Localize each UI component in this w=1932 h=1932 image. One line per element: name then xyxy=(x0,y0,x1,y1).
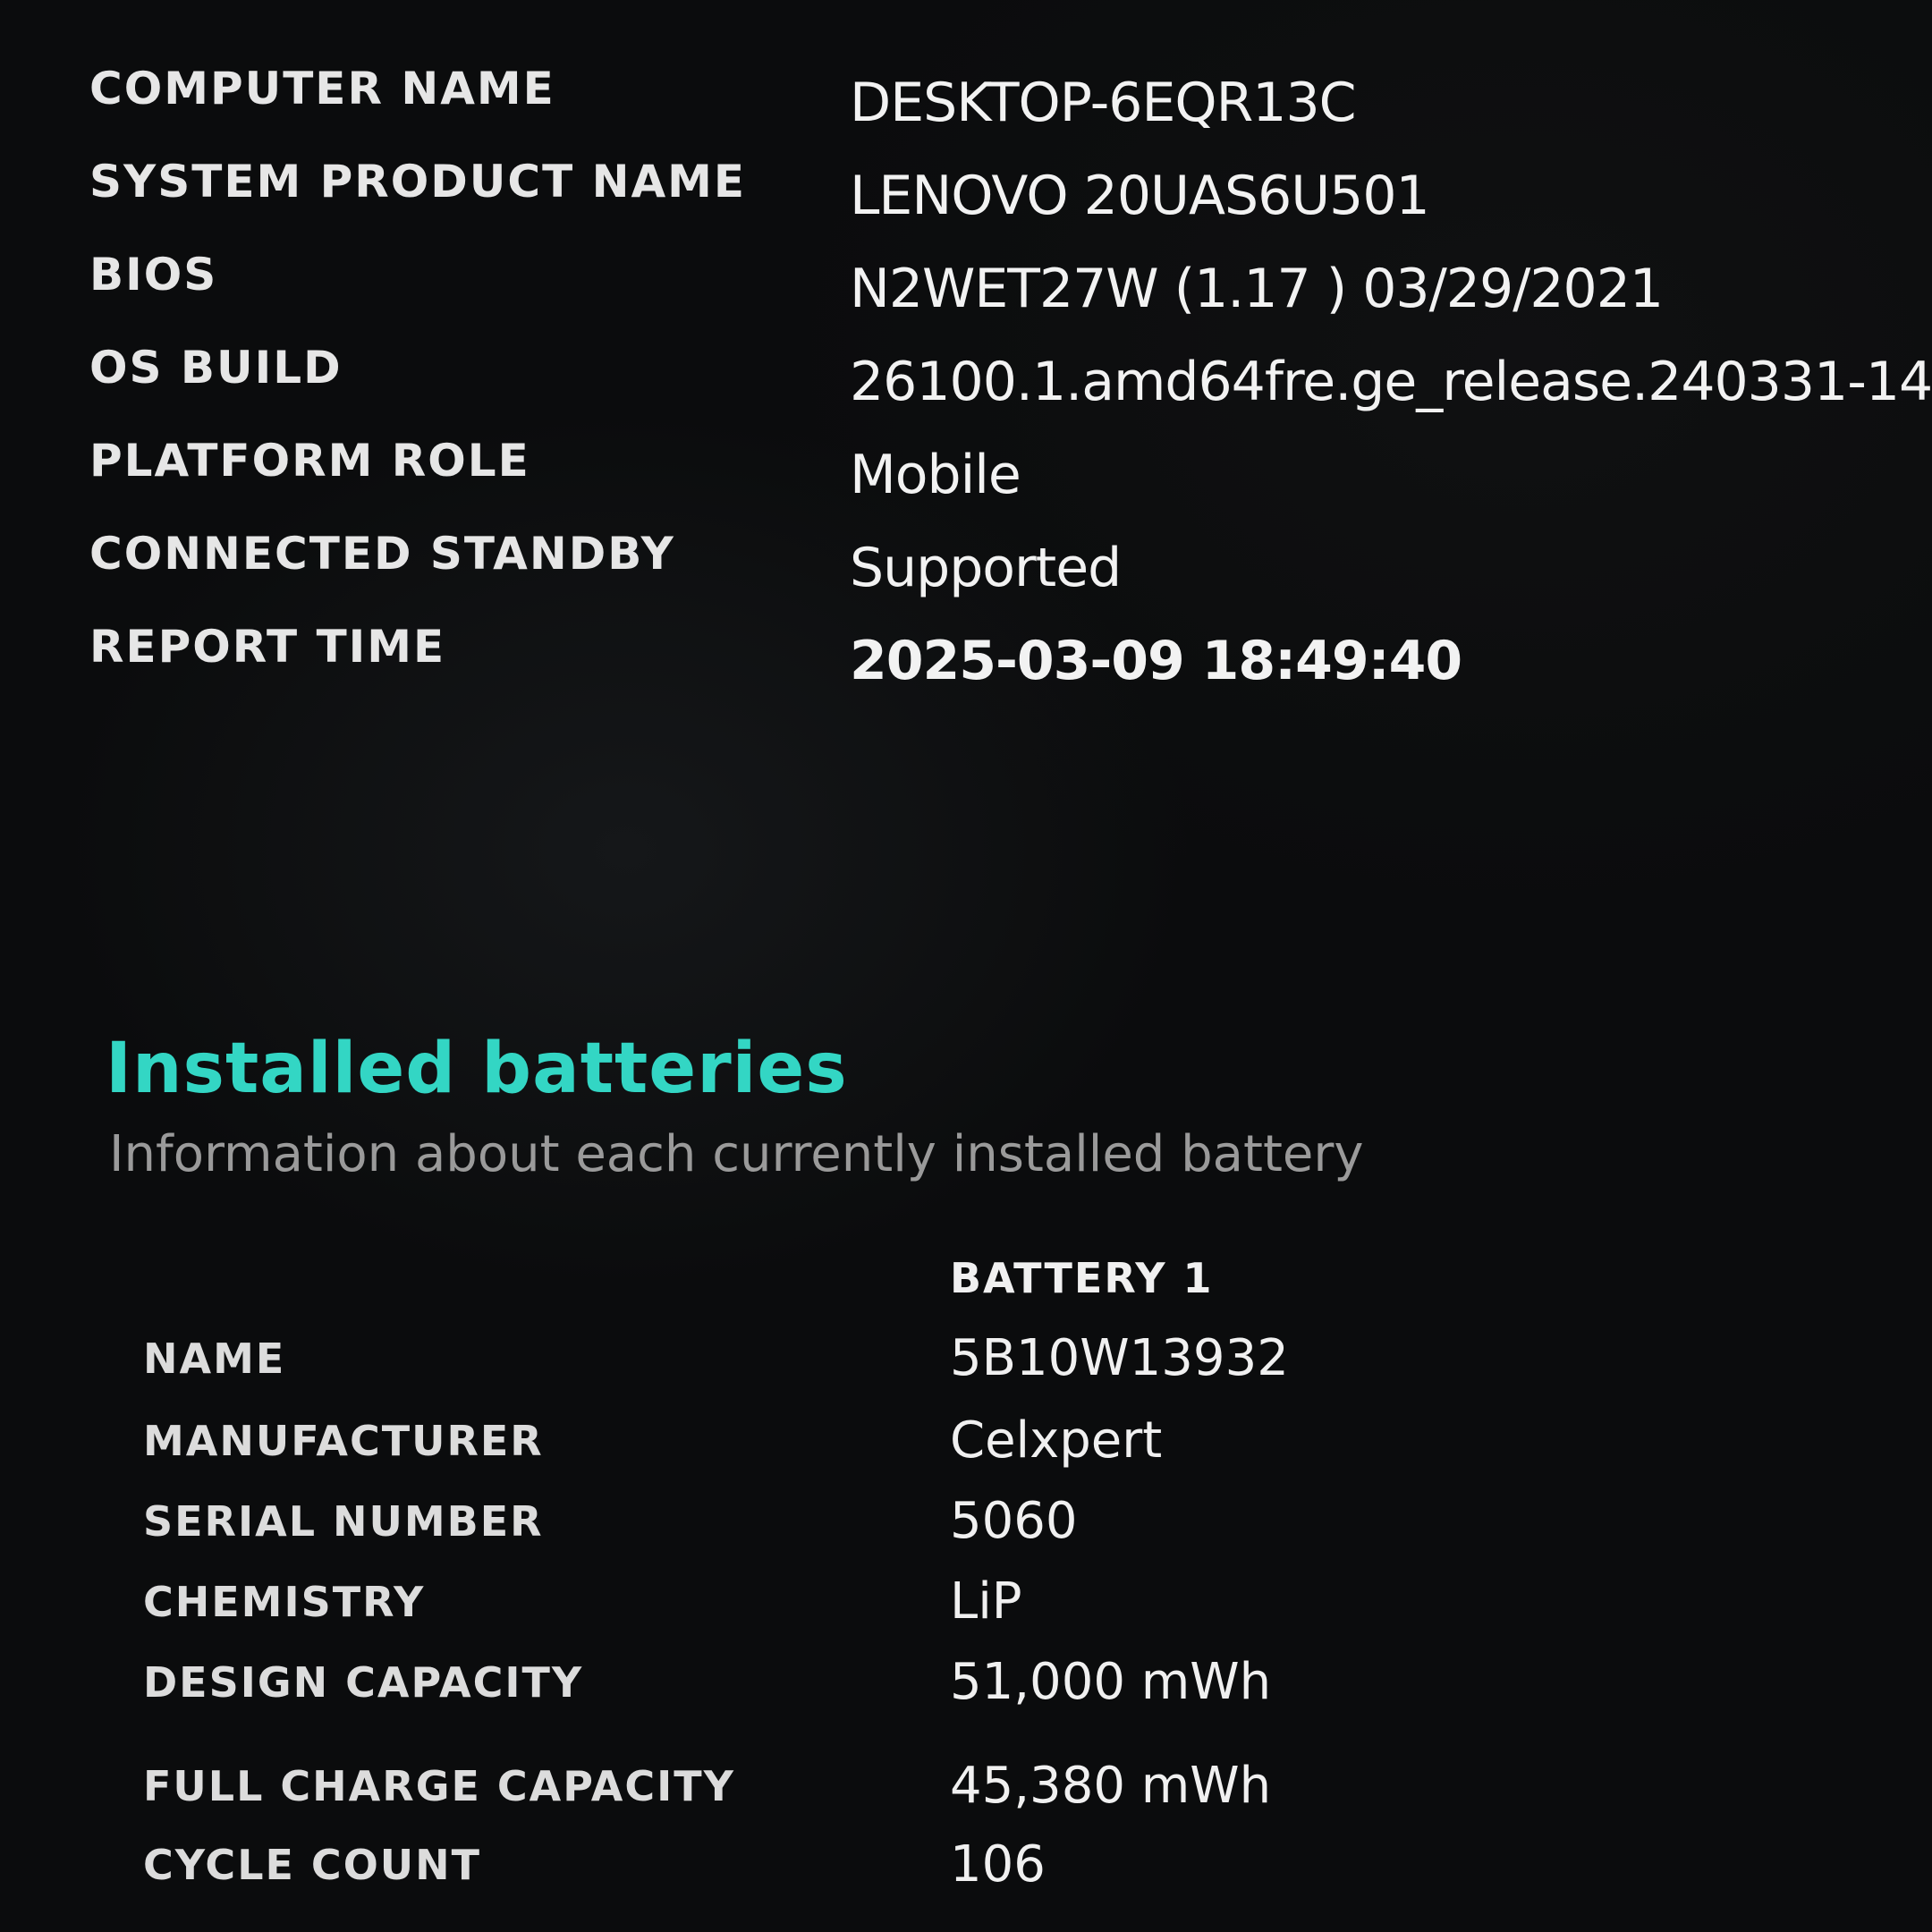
battery-manufacturer-value: Celxpert xyxy=(950,1411,1163,1470)
battery-serial-number-value: 5060 xyxy=(950,1492,1078,1550)
battery-column-header: BATTERY 1 xyxy=(950,1254,1214,1302)
system-product-name-value: LENOVO 20UAS6U501 xyxy=(850,165,1430,227)
computer-name-value: DESKTOP-6EQR13C xyxy=(850,72,1357,134)
system-info-row: BIOS N2WET27W (1.17 ) 03/29/2021 xyxy=(89,249,1878,342)
battery-cycle-count-value: 106 xyxy=(950,1835,1046,1894)
os-build-value: 26100.1.amd64fre.ge_release.240331-1435 xyxy=(850,351,1932,413)
battery-row-serial-number: SERIAL NUMBER 5060 xyxy=(143,1492,1843,1569)
battery-serial-number-label: SERIAL NUMBER xyxy=(143,1497,544,1546)
connected-standby-value: Supported xyxy=(850,537,1122,599)
system-info-row: COMPUTER NAME DESKTOP-6EQR13C xyxy=(89,63,1878,156)
section-subtitle: Information about each currently install… xyxy=(109,1125,1364,1183)
os-build-label: OS BUILD xyxy=(89,342,343,394)
platform-role-label: PLATFORM ROLE xyxy=(89,435,530,487)
battery-name-value: 5B10W13932 xyxy=(950,1329,1289,1387)
connected-standby-label: CONNECTED STANDBY xyxy=(89,528,675,580)
battery-design-capacity-label: DESIGN CAPACITY xyxy=(143,1658,584,1707)
computer-name-label: COMPUTER NAME xyxy=(89,63,555,114)
report-time-value: 2025-03-09 18:49:40 xyxy=(850,630,1462,692)
system-info-row: OS BUILD 26100.1.amd64fre.ge_release.240… xyxy=(89,342,1932,435)
battery-row-manufacturer: MANUFACTURER Celxpert xyxy=(143,1411,1843,1488)
battery-manufacturer-label: MANUFACTURER xyxy=(143,1417,544,1465)
battery-chemistry-value: LiP xyxy=(950,1572,1022,1631)
system-info-row: REPORT TIME 2025-03-09 18:49:40 xyxy=(89,621,1878,714)
battery-full-charge-capacity-label: FULL CHARGE CAPACITY xyxy=(143,1762,735,1810)
bios-label: BIOS xyxy=(89,249,218,301)
bios-value: N2WET27W (1.17 ) 03/29/2021 xyxy=(850,258,1664,320)
battery-full-charge-capacity-value: 45,380 mWh xyxy=(950,1757,1272,1815)
battery-name-label: NAME xyxy=(143,1335,286,1383)
report-time-label: REPORT TIME xyxy=(89,621,446,673)
battery-row-name: NAME 5B10W13932 xyxy=(143,1329,1843,1406)
battery-row-chemistry: CHEMISTRY LiP xyxy=(143,1572,1843,1649)
system-info-row: PLATFORM ROLE Mobile xyxy=(89,435,1878,528)
battery-cycle-count-label: CYCLE COUNT xyxy=(143,1841,482,1889)
system-product-name-label: SYSTEM PRODUCT NAME xyxy=(89,156,747,208)
battery-chemistry-label: CHEMISTRY xyxy=(143,1578,426,1626)
system-info-row: SYSTEM PRODUCT NAME LENOVO 20UAS6U501 xyxy=(89,156,1878,249)
battery-row-design-capacity: DESIGN CAPACITY 51,000 mWh xyxy=(143,1653,1843,1730)
system-info-row: CONNECTED STANDBY Supported xyxy=(89,528,1878,621)
battery-design-capacity-value: 51,000 mWh xyxy=(950,1653,1272,1711)
section-title: Installed batteries xyxy=(106,1029,848,1109)
battery-row-full-charge-capacity: FULL CHARGE CAPACITY 45,380 mWh xyxy=(143,1757,1843,1834)
battery-row-cycle-count: CYCLE COUNT 106 xyxy=(143,1835,1843,1912)
system-info-table: COMPUTER NAME DESKTOP-6EQR13C SYSTEM PRO… xyxy=(89,63,1932,714)
platform-role-value: Mobile xyxy=(850,444,1021,506)
